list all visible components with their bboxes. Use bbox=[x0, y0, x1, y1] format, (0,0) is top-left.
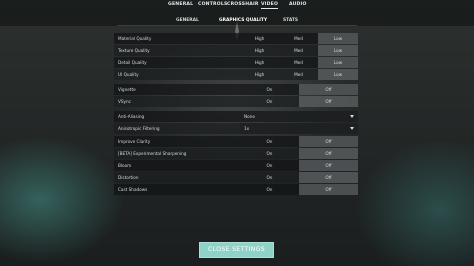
chevron-down-icon bbox=[350, 115, 354, 118]
setting-row-improve-clarity: Improve Clarity On Off bbox=[114, 136, 358, 147]
tab-controls[interactable]: CONTROLS bbox=[198, 2, 228, 7]
setting-row-detail-quality: Detail Quality High Med Low bbox=[114, 57, 358, 68]
setting-label: Cast Shadows bbox=[118, 187, 148, 192]
setting-label: Texture Quality bbox=[118, 48, 150, 53]
setting-label: Bloom bbox=[118, 163, 132, 168]
option-med[interactable]: Med bbox=[279, 69, 318, 80]
option-low[interactable]: Low bbox=[318, 33, 358, 44]
option-on[interactable]: On bbox=[240, 84, 299, 95]
tab-general[interactable]: GENERAL bbox=[168, 2, 193, 7]
option-high[interactable]: High bbox=[240, 45, 279, 56]
anisotropic-filtering-dropdown[interactable]: 1x bbox=[240, 123, 358, 134]
setting-label: Improve Clarity bbox=[118, 139, 151, 144]
option-low[interactable]: Low bbox=[318, 45, 358, 56]
setting-row-experimental-sharpening: [BETA] Experimental Sharpening On Off bbox=[114, 148, 358, 159]
setting-label: Material Quality bbox=[118, 36, 152, 41]
anti-aliasing-dropdown[interactable]: None bbox=[240, 111, 358, 122]
option-med[interactable]: Med bbox=[279, 45, 318, 56]
setting-row-bloom: Bloom On Off bbox=[114, 160, 358, 171]
dropdown-value: 1x bbox=[244, 126, 250, 131]
option-off[interactable]: Off bbox=[299, 148, 358, 159]
tab-audio[interactable]: AUDIO bbox=[289, 2, 307, 7]
option-off[interactable]: Off bbox=[299, 84, 358, 95]
setting-row-texture-quality: Texture Quality High Med Low bbox=[114, 45, 358, 56]
setting-label: Anti-Aliasing bbox=[118, 114, 145, 119]
option-low[interactable]: Low bbox=[318, 69, 358, 80]
option-off[interactable]: Off bbox=[299, 136, 358, 147]
option-off[interactable]: Off bbox=[299, 184, 358, 195]
setting-label: VSync bbox=[118, 99, 131, 104]
tab-crosshair[interactable]: CROSSHAIR bbox=[227, 2, 259, 7]
setting-row-vsync: VSync On Off bbox=[114, 96, 358, 107]
setting-row-cast-shadows: Cast Shadows On Off bbox=[114, 184, 358, 195]
option-on[interactable]: On bbox=[240, 184, 299, 195]
option-off[interactable]: Off bbox=[299, 172, 358, 183]
option-med[interactable]: Med bbox=[279, 57, 318, 68]
option-on[interactable]: On bbox=[240, 160, 299, 171]
option-low[interactable]: Low bbox=[318, 57, 358, 68]
setting-row-ui-quality: UI Quality High Med Low bbox=[114, 69, 358, 80]
option-med[interactable]: Med bbox=[279, 33, 318, 44]
subtab-stats[interactable]: STATS bbox=[283, 18, 298, 23]
dropdown-value: None bbox=[244, 114, 255, 119]
setting-row-anisotropic-filtering: Anisotropic Filtering 1x bbox=[114, 123, 358, 134]
chevron-down-icon bbox=[350, 127, 354, 130]
setting-row-anti-aliasing: Anti-Aliasing None bbox=[114, 111, 358, 122]
option-high[interactable]: High bbox=[240, 69, 279, 80]
tab-video[interactable]: VIDEO bbox=[261, 2, 279, 9]
option-on[interactable]: On bbox=[240, 96, 299, 107]
setting-row-material-quality: Material Quality High Med Low bbox=[114, 33, 358, 44]
setting-label: Distortion bbox=[118, 175, 139, 180]
option-high[interactable]: High bbox=[240, 57, 279, 68]
option-high[interactable]: High bbox=[240, 33, 279, 44]
subtab-general[interactable]: GENERAL bbox=[176, 18, 199, 23]
setting-label: UI Quality bbox=[118, 72, 139, 77]
option-off[interactable]: Off bbox=[299, 160, 358, 171]
top-tab-bar: GENERAL CONTROLS CROSSHAIR VIDEO AUDIO bbox=[0, 2, 474, 12]
setting-label: Vignette bbox=[118, 87, 136, 92]
setting-label: [BETA] Experimental Sharpening bbox=[118, 151, 187, 156]
option-on[interactable]: On bbox=[240, 136, 299, 147]
subtab-graphics-quality[interactable]: GRAPHICS QUALITY bbox=[219, 18, 267, 23]
setting-label: Anisotropic Filtering bbox=[118, 126, 160, 131]
setting-row-distortion: Distortion On Off bbox=[114, 172, 358, 183]
close-settings-button[interactable]: CLOSE SETTINGS bbox=[199, 242, 274, 258]
setting-label: Detail Quality bbox=[118, 60, 147, 65]
option-on[interactable]: On bbox=[240, 172, 299, 183]
setting-row-vignette: Vignette On Off bbox=[114, 84, 358, 95]
option-on[interactable]: On bbox=[240, 148, 299, 159]
option-off[interactable]: Off bbox=[299, 96, 358, 107]
